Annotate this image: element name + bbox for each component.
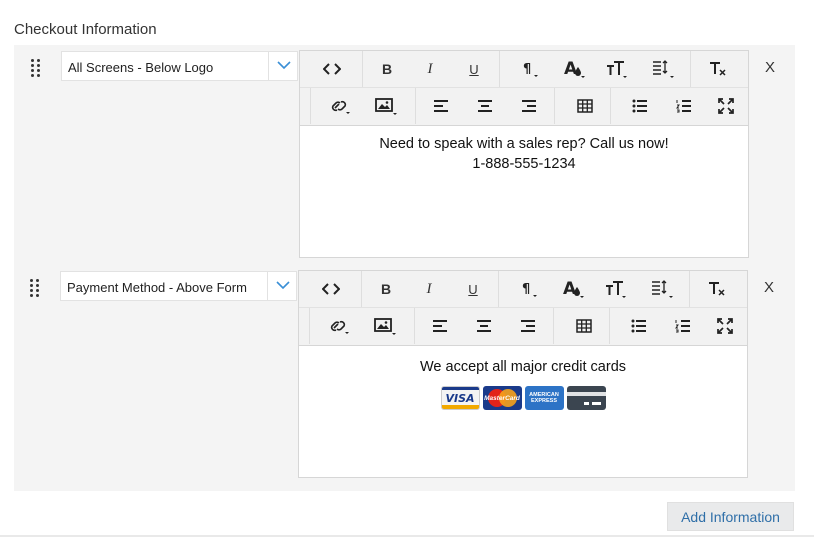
editor-content[interactable]: We accept all major credit cards VISA Ma…	[299, 346, 747, 477]
information-list: All Screens - Below Logo B I U ¶ A Need …	[14, 45, 795, 491]
remove-row-button[interactable]: X	[764, 279, 774, 296]
placement-select-value: Payment Method - Above Form	[67, 280, 247, 295]
mastercard-card-icon: MasterCard	[482, 386, 522, 410]
add-information-button[interactable]: Add Information	[667, 502, 794, 531]
image-icon[interactable]	[374, 94, 400, 118]
underline-icon[interactable]: U	[460, 277, 486, 301]
rich-text-editor: B I U ¶ A	[299, 50, 749, 258]
rich-text-editor: B I U ¶ A	[298, 270, 748, 478]
drag-handle-icon[interactable]	[30, 279, 40, 297]
paragraph-format-icon[interactable]: ¶	[516, 277, 542, 301]
information-row: Payment Method - Above Form B I U ¶ A We…	[14, 265, 795, 480]
bold-icon[interactable]: B	[373, 277, 399, 301]
align-left-icon[interactable]	[427, 314, 453, 338]
table-icon[interactable]	[572, 94, 598, 118]
numbered-list-icon[interactable]	[671, 94, 697, 118]
link-icon[interactable]	[328, 314, 354, 338]
editor-toolbar: B I U ¶ A	[299, 271, 747, 346]
line-height-icon[interactable]	[650, 277, 676, 301]
align-center-icon[interactable]	[472, 94, 498, 118]
paragraph-format-icon[interactable]: ¶	[517, 57, 543, 81]
image-icon[interactable]	[373, 314, 399, 338]
code-view-icon[interactable]	[318, 277, 344, 301]
fullscreen-icon[interactable]	[712, 314, 738, 338]
text-color-icon[interactable]: A	[562, 57, 588, 81]
bold-icon[interactable]: B	[374, 57, 400, 81]
credit-card-logos: VISA MasterCard AMERICAN EXPRESS	[299, 386, 747, 410]
content-line: We accept all major credit cards	[419, 359, 627, 375]
underline-icon[interactable]: U	[461, 57, 487, 81]
editor-content[interactable]: Need to speak with a sales rep? Call us …	[300, 126, 748, 257]
font-size-icon[interactable]	[603, 277, 629, 301]
text-color-icon[interactable]: A	[561, 277, 587, 301]
table-icon[interactable]	[571, 314, 597, 338]
generic-card-icon	[566, 386, 606, 410]
amex-card-icon: AMERICAN EXPRESS	[524, 386, 564, 410]
remove-row-button[interactable]: X	[765, 59, 775, 76]
svg-text:A: A	[564, 59, 578, 79]
bulleted-list-icon[interactable]	[626, 314, 652, 338]
svg-text:¶: ¶	[522, 282, 530, 297]
content-line: Need to speak with a sales rep? Call us …	[379, 136, 669, 152]
italic-icon[interactable]: I	[417, 57, 443, 81]
clear-format-icon[interactable]	[704, 277, 730, 301]
placement-select[interactable]: All Screens - Below Logo	[61, 51, 298, 81]
placement-select-value: All Screens - Below Logo	[68, 60, 214, 75]
section-title: Checkout Information	[14, 21, 157, 38]
chevron-down-icon[interactable]	[268, 52, 299, 80]
code-view-icon[interactable]	[319, 57, 345, 81]
font-size-icon[interactable]	[604, 57, 630, 81]
clear-format-icon[interactable]	[705, 57, 731, 81]
fullscreen-icon[interactable]	[713, 94, 739, 118]
chevron-down-icon[interactable]	[267, 272, 298, 300]
visa-card-icon: VISA	[440, 386, 480, 410]
align-right-icon[interactable]	[516, 94, 542, 118]
placement-select[interactable]: Payment Method - Above Form	[60, 271, 297, 301]
bulleted-list-icon[interactable]	[627, 94, 653, 118]
align-center-icon[interactable]	[471, 314, 497, 338]
line-height-icon[interactable]	[651, 57, 677, 81]
editor-toolbar: B I U ¶ A	[300, 51, 748, 126]
svg-text:¶: ¶	[523, 62, 531, 77]
drag-handle-icon[interactable]	[31, 59, 41, 77]
information-row: All Screens - Below Logo B I U ¶ A Need …	[14, 45, 795, 260]
align-left-icon[interactable]	[428, 94, 454, 118]
svg-text:A: A	[563, 279, 577, 299]
italic-icon[interactable]: I	[416, 277, 442, 301]
numbered-list-icon[interactable]	[670, 314, 696, 338]
content-line: 1-888-555-1234	[472, 156, 576, 172]
link-icon[interactable]	[329, 94, 355, 118]
align-right-icon[interactable]	[515, 314, 541, 338]
